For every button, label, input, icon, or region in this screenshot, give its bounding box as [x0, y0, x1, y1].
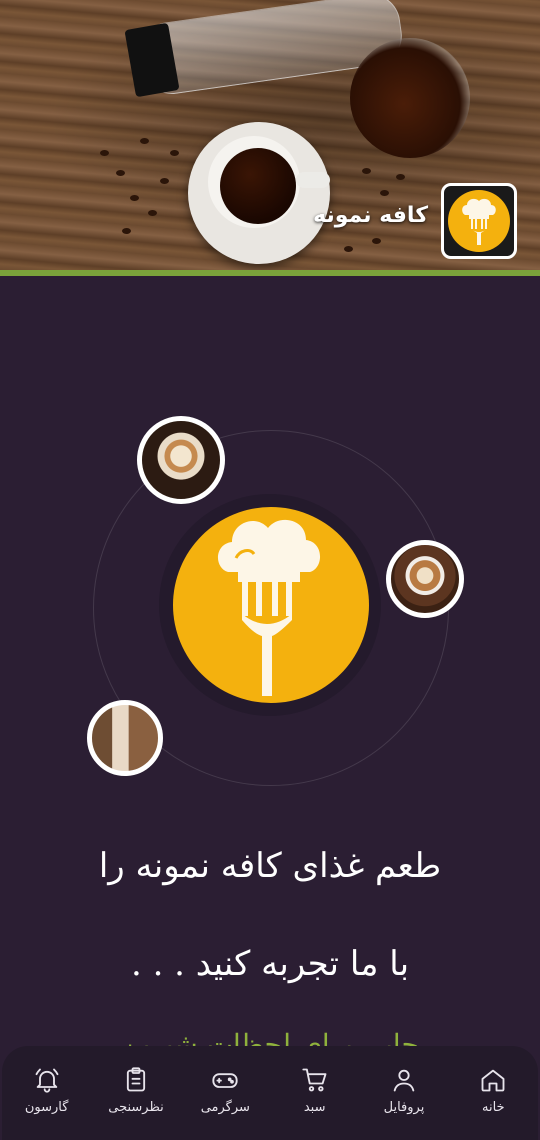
nav-item-entertainment[interactable]: سرگرمی	[181, 1046, 270, 1140]
chef-fork-logo-icon	[448, 190, 510, 252]
coffee-bean	[100, 150, 109, 156]
nav-label-survey: نظرسنجی	[108, 1100, 164, 1115]
bottom-navigation: گارسون نظرسنجی سرگرمی سبد پروفایل خانه	[2, 1046, 538, 1140]
coffee-beans-latte-thumbnail[interactable]	[386, 540, 464, 618]
coffee-bean	[362, 168, 371, 174]
user-icon	[393, 1069, 415, 1092]
cup-handle-image	[296, 172, 330, 188]
center-chef-fork-icon	[173, 507, 369, 703]
nav-item-cart[interactable]: سبد	[270, 1046, 359, 1140]
carafe-image	[350, 38, 470, 158]
coffee-bean	[160, 178, 169, 184]
slogan-line-2: با ما تجربه کنید . . .	[130, 944, 410, 984]
gamepad-icon	[212, 1073, 238, 1088]
nav-label-cart: سبد	[303, 1100, 326, 1115]
nav-label-profile: پروفایل	[383, 1100, 425, 1115]
bell-icon	[35, 1068, 59, 1093]
coffee-bean	[148, 210, 157, 216]
coffee-bean	[140, 138, 149, 144]
coffee-bean	[170, 150, 179, 156]
coffee-bean	[396, 174, 405, 180]
nav-item-profile[interactable]: پروفایل	[359, 1046, 448, 1140]
cart-icon	[302, 1068, 327, 1092]
coffee-bean	[122, 228, 131, 234]
coffee-image	[220, 148, 296, 224]
nav-item-survey[interactable]: نظرسنجی	[91, 1046, 180, 1140]
milkshake-thumbnail[interactable]	[87, 700, 163, 776]
nav-label-waiter: گارسون	[24, 1100, 69, 1115]
nav-label-home: خانه	[482, 1100, 505, 1115]
nav-item-waiter[interactable]: گارسون	[2, 1046, 91, 1140]
coffee-bean	[372, 238, 381, 244]
slogan-line-1: طعم غذای کافه نمونه را	[98, 846, 442, 886]
coffee-bean	[344, 246, 353, 252]
clipboard-icon	[126, 1067, 146, 1092]
nav-label-entertainment: سرگرمی	[200, 1100, 250, 1115]
coffee-bean	[130, 195, 139, 201]
header-banner: کافه نمونه	[0, 0, 540, 270]
latte-art-thumbnail[interactable]	[137, 416, 225, 504]
brand-logo[interactable]	[441, 183, 517, 259]
home-icon	[481, 1069, 505, 1092]
nav-item-home[interactable]: خانه	[449, 1046, 538, 1140]
brand-name: کافه نمونه	[313, 203, 428, 228]
coffee-bean	[116, 170, 125, 176]
coffee-bean	[380, 190, 389, 196]
